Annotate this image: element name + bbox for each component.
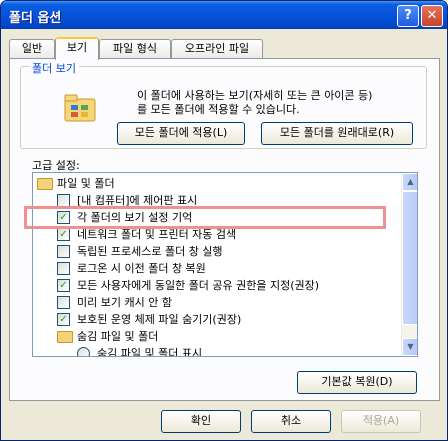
ok-button[interactable]: 확인 [161, 410, 241, 433]
folder-views-description-line2: 를 모든 폴더에 적용할 수 있습니다. [137, 103, 300, 116]
tab-view[interactable]: 보기 [55, 37, 99, 60]
folder-views-group-title: 폴더 보기 [29, 60, 79, 76]
folder-views-description-line1: 이 폴더에 사용하는 보기(자세히 또는 큰 아이콘 등) [137, 89, 373, 102]
vertical-scrollbar[interactable]: ▲ ▼ [401, 173, 417, 356]
help-button[interactable]: ? [397, 5, 419, 27]
checkbox-checked[interactable]: ✓ [57, 228, 70, 241]
scroll-up-icon[interactable]: ▲ [402, 173, 417, 191]
folder-views-description: 이 폴더에 사용하는 보기(자세히 또는 큰 아이콘 등) 를 모든 폴더에 적… [137, 89, 372, 117]
checkbox-checked[interactable]: ✓ [57, 313, 70, 326]
apply-to-all-folders-button[interactable]: 모든 폴더에 적용(L) [117, 122, 245, 145]
title-bar[interactable]: 폴더 옵션 ? ✕ [1, 1, 447, 29]
scroll-down-icon[interactable]: ▼ [402, 338, 417, 356]
cancel-button[interactable]: 취소 [251, 410, 331, 433]
highlight-annotation [24, 206, 386, 229]
window-title: 폴더 옵션 [9, 11, 62, 26]
checkbox[interactable] [57, 262, 70, 275]
folder-icon [57, 331, 73, 343]
checkbox[interactable] [57, 296, 70, 309]
reset-all-folders-button[interactable]: 모든 폴더를 원래대로(R) [261, 122, 413, 145]
restore-defaults-button[interactable]: 기본값 복원(D) [297, 371, 417, 394]
tab-offline-files[interactable]: 오프라인 파일 [171, 39, 263, 58]
apply-button[interactable]: 적용(A) [341, 410, 421, 433]
folder-views-group: 이 폴더에 사용하는 보기(자세히 또는 큰 아이콘 등) 를 모든 폴더에 적… [20, 66, 427, 149]
folder-options-window: 폴더 옵션 ? ✕ 일반 보기 파일 형식 오프라인 파일 이 폴더에 사용하는… [0, 0, 448, 441]
checkbox[interactable] [57, 245, 70, 258]
advanced-settings-label: 고급 설정: [32, 159, 80, 172]
radio-button[interactable] [77, 347, 90, 356]
scroll-thumb[interactable] [402, 191, 417, 325]
close-button[interactable]: ✕ [421, 5, 443, 27]
tab-general[interactable]: 일반 [9, 39, 55, 58]
tab-file-types[interactable]: 파일 형식 [99, 39, 171, 58]
folder-icon [37, 178, 53, 190]
advanced-settings-list[interactable]: 파일 및 폴더 [내 컴퓨터]에 제어판 표시 ✓ 각 폴더의 보기 설정 기억… [32, 172, 418, 357]
checkbox-checked[interactable]: ✓ [57, 279, 70, 292]
folder-views-icon [63, 93, 99, 128]
